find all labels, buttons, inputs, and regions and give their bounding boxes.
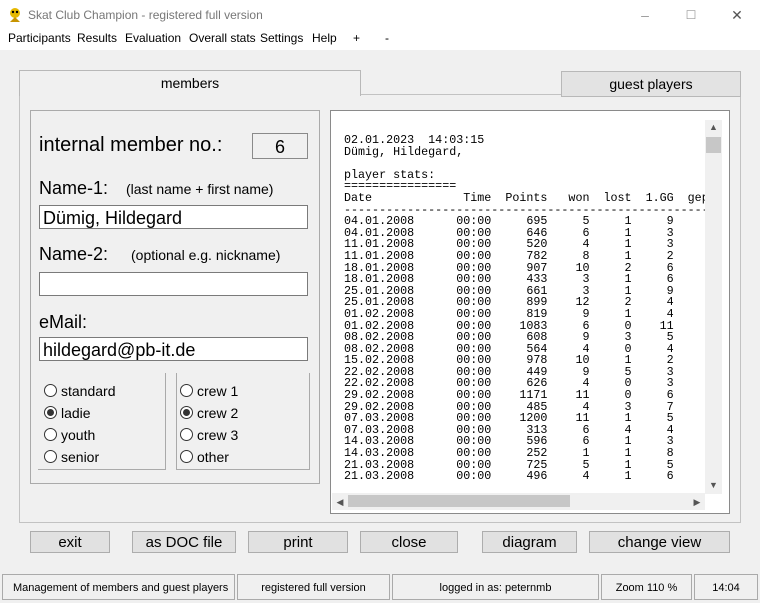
name1-label: Name-1:: [39, 178, 109, 198]
status-time: 14:04: [694, 574, 758, 600]
radio-senior[interactable]: senior: [44, 447, 99, 467]
radio-crew-2[interactable]: crew 2: [180, 403, 238, 423]
scroll-up-icon[interactable]: ▲: [706, 122, 721, 132]
print-button[interactable]: print: [248, 531, 348, 553]
change-view-button[interactable]: change view: [589, 531, 730, 553]
tab-members[interactable]: members: [19, 70, 361, 96]
name2-input[interactable]: [39, 272, 308, 296]
menu-results[interactable]: Results: [77, 31, 117, 45]
menu-zoom-in[interactable]: +: [353, 31, 360, 45]
radio-label: youth: [61, 427, 96, 443]
radio-circle: [44, 384, 57, 397]
scroll-right-icon[interactable]: ▶: [691, 497, 703, 508]
radio-label: ladie: [61, 405, 91, 421]
radio-ladie[interactable]: ladie: [44, 403, 91, 423]
stats-vertical-scrollbar[interactable]: [705, 120, 722, 494]
member-no-label: internal member no.:: [39, 134, 223, 156]
status-message: Management of members and guest players: [2, 574, 235, 600]
name1-input[interactable]: Dümig, Hildegard: [39, 205, 308, 229]
menu-help[interactable]: Help: [312, 31, 337, 45]
member-no-value: 6: [252, 133, 308, 159]
radio-circle-selected: [180, 406, 193, 419]
status-login: logged in as: peternmb: [392, 574, 599, 600]
menu-participants[interactable]: Participants: [8, 31, 71, 45]
radio-circle: [44, 450, 57, 463]
maximize-icon[interactable]: ☐: [668, 0, 714, 30]
name2-label: Name-2:: [39, 244, 109, 264]
tab-guest-players[interactable]: guest players: [561, 71, 741, 97]
player-stats-box[interactable]: 02.01.2023 14:03:15 Dümig, Hildegard, pl…: [330, 110, 730, 514]
status-license: registered full version: [237, 574, 390, 600]
radio-label: other: [197, 449, 229, 465]
doc-file-button[interactable]: as DOC file: [132, 531, 236, 553]
radio-crew-3[interactable]: crew 3: [180, 425, 238, 445]
stats-horizontal-thumb[interactable]: [348, 495, 570, 507]
radio-circle: [44, 428, 57, 441]
exit-button[interactable]: exit: [30, 531, 110, 553]
radio-circle: [180, 428, 193, 441]
radio-label: senior: [61, 449, 100, 465]
name1-hint: (last name + first name): [126, 181, 274, 197]
app-icon: [10, 8, 20, 22]
menu-zoom-out[interactable]: -: [385, 31, 389, 45]
radio-circle-selected: [44, 406, 57, 419]
diagram-button[interactable]: diagram: [482, 531, 577, 553]
radio-label: standard: [61, 383, 116, 399]
close-button[interactable]: close: [360, 531, 458, 553]
radio-circle: [180, 450, 193, 463]
menu-evaluation[interactable]: Evaluation: [125, 31, 181, 45]
menu-settings[interactable]: Settings: [260, 31, 303, 45]
status-zoom: Zoom 110 %: [601, 574, 692, 600]
stats-vertical-thumb[interactable]: [706, 137, 721, 153]
radio-label: crew 1: [197, 383, 239, 399]
close-window-icon[interactable]: ✕: [714, 0, 760, 30]
radio-other[interactable]: other: [180, 447, 229, 467]
scroll-down-icon[interactable]: ▼: [706, 480, 721, 490]
radio-label: crew 2: [197, 405, 239, 421]
radio-circle: [180, 384, 193, 397]
radio-crew-1[interactable]: crew 1: [180, 381, 238, 401]
name2-hint: (optional e.g. nickname): [131, 247, 281, 263]
menu-overall-stats[interactable]: Overall stats: [189, 31, 256, 45]
email-input[interactable]: hildegard@pb-it.de: [39, 337, 308, 361]
radio-youth[interactable]: youth: [44, 425, 95, 445]
radio-label: crew 3: [197, 427, 239, 443]
window-title: Skat Club Champion - registered full ver…: [28, 8, 263, 22]
email-label: eMail:: [39, 312, 88, 332]
minimize-icon[interactable]: –: [622, 0, 668, 30]
radio-standard[interactable]: standard: [44, 381, 115, 401]
player-stats-text: 02.01.2023 14:03:15 Dümig, Hildegard, pl…: [344, 133, 716, 484]
scroll-left-icon[interactable]: ◀: [334, 497, 346, 508]
